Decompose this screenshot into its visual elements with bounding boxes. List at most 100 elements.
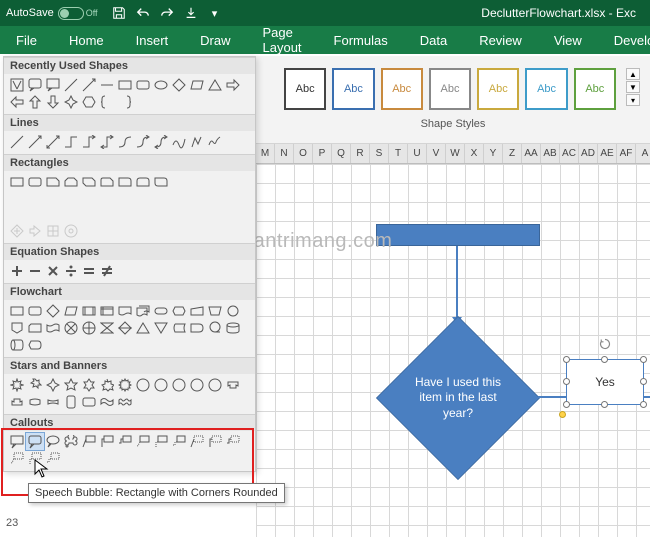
- col-header[interactable]: T: [389, 144, 408, 163]
- autosave-toggle[interactable]: AutoSave Off: [6, 7, 98, 20]
- parallelogram-icon[interactable]: [188, 76, 206, 93]
- wave-icon[interactable]: [98, 393, 116, 410]
- magnetic-disk-icon[interactable]: [224, 319, 242, 336]
- callout-line1-icon[interactable]: [80, 433, 98, 450]
- callout-line2b-icon[interactable]: [152, 433, 170, 450]
- col-header[interactable]: AC: [560, 144, 579, 163]
- rotate-handle-icon[interactable]: [599, 338, 611, 350]
- callout-line1b-icon[interactable]: [134, 433, 152, 450]
- resize-handle[interactable]: [563, 401, 570, 408]
- flowchart-arrow-down[interactable]: [456, 246, 458, 318]
- manual-input-icon[interactable]: [188, 302, 206, 319]
- callout-rounded-icon[interactable]: [26, 76, 44, 93]
- left-arrow-icon[interactable]: [8, 93, 26, 110]
- punched-tape-icon[interactable]: [44, 319, 62, 336]
- star24-icon[interactable]: [188, 376, 206, 393]
- callout-noborder2-icon[interactable]: [26, 450, 44, 467]
- col-header[interactable]: Y: [484, 144, 503, 163]
- shape-icon[interactable]: [44, 222, 62, 239]
- style-thumb-3[interactable]: Abc: [381, 68, 423, 110]
- freeform-icon[interactable]: [188, 133, 206, 150]
- explosion1-icon[interactable]: [8, 376, 26, 393]
- summing-icon[interactable]: [62, 319, 80, 336]
- snip2-rect-icon[interactable]: [62, 173, 80, 190]
- tab-page-layout[interactable]: Page Layout: [247, 26, 318, 54]
- down-arrow-icon[interactable]: [44, 93, 62, 110]
- star8-icon[interactable]: [116, 376, 134, 393]
- col-header[interactable]: AB: [541, 144, 560, 163]
- flowchart-process[interactable]: [376, 224, 540, 246]
- double-arrow-icon[interactable]: [44, 133, 62, 150]
- data-icon[interactable]: [62, 302, 80, 319]
- redo-icon[interactable]: [160, 6, 174, 20]
- resize-handle[interactable]: [601, 401, 608, 408]
- rectangle-icon[interactable]: [8, 173, 26, 190]
- snip1-rect-icon[interactable]: [44, 173, 62, 190]
- hexagon-icon[interactable]: [80, 93, 98, 110]
- freeform-curve-icon[interactable]: [170, 133, 188, 150]
- offpage-icon[interactable]: [8, 319, 26, 336]
- style-thumb-1[interactable]: Abc: [284, 68, 326, 110]
- collate-icon[interactable]: [98, 319, 116, 336]
- ribbon-up-icon[interactable]: [224, 376, 242, 393]
- col-header[interactable]: Q: [332, 144, 351, 163]
- tab-view[interactable]: View: [538, 26, 598, 54]
- flowchart-arrow-right-2[interactable]: [644, 396, 650, 398]
- worksheet-grid[interactable]: Have I used this item in the last year? …: [256, 164, 650, 537]
- preparation-icon[interactable]: [170, 302, 188, 319]
- rounded-rect-icon[interactable]: [134, 76, 152, 93]
- triangle-icon[interactable]: [206, 76, 224, 93]
- snip2d-rect-icon[interactable]: [80, 173, 98, 190]
- scroll-v-icon[interactable]: [62, 393, 80, 410]
- style-thumb-4[interactable]: Abc: [429, 68, 471, 110]
- qat-dropdown-icon[interactable]: ▾: [208, 6, 222, 20]
- multiply-icon[interactable]: [44, 262, 62, 279]
- arrow-icon[interactable]: [26, 133, 44, 150]
- snipround-rect-icon[interactable]: [98, 173, 116, 190]
- round2d-rect-icon[interactable]: [152, 173, 170, 190]
- rounded-rect-icon[interactable]: [26, 173, 44, 190]
- right-arrow-icon[interactable]: [224, 76, 242, 93]
- elbow-arrow-icon[interactable]: [80, 133, 98, 150]
- toggle-icon[interactable]: [58, 7, 84, 20]
- ribbon-down-icon[interactable]: [8, 393, 26, 410]
- callout-cloud-icon[interactable]: [62, 433, 80, 450]
- minus-icon[interactable]: [26, 262, 44, 279]
- style-thumb-6[interactable]: Abc: [525, 68, 567, 110]
- tab-home[interactable]: Home: [53, 26, 120, 54]
- connector-icon[interactable]: [224, 302, 242, 319]
- resize-handle[interactable]: [563, 356, 570, 363]
- col-header[interactable]: AF: [617, 144, 636, 163]
- tab-draw[interactable]: Draw: [184, 26, 246, 54]
- explosion2-icon[interactable]: [26, 376, 44, 393]
- gallery-more-icon[interactable]: ▾: [626, 94, 640, 106]
- resize-handle[interactable]: [563, 378, 570, 385]
- touch-mode-icon[interactable]: [184, 6, 198, 20]
- resize-handle[interactable]: [601, 356, 608, 363]
- star12-icon[interactable]: [152, 376, 170, 393]
- tab-developer[interactable]: Developer: [598, 26, 650, 54]
- callout-accent1-icon[interactable]: [188, 433, 206, 450]
- brace-r-icon[interactable]: [116, 93, 134, 110]
- scroll-h-icon[interactable]: [80, 393, 98, 410]
- elbow-connector-icon[interactable]: [62, 133, 80, 150]
- plus-icon[interactable]: [8, 262, 26, 279]
- textbox-icon[interactable]: [8, 76, 26, 93]
- process-icon[interactable]: [8, 302, 26, 319]
- double-wave-icon[interactable]: [116, 393, 134, 410]
- sort-icon[interactable]: [116, 319, 134, 336]
- col-header[interactable]: O: [294, 144, 313, 163]
- style-thumb-5[interactable]: Abc: [477, 68, 519, 110]
- col-header[interactable]: AE: [598, 144, 617, 163]
- shapes-dropdown[interactable]: Recently Used Shapes Lines: [3, 56, 256, 472]
- col-header[interactable]: R: [351, 144, 370, 163]
- col-header[interactable]: Z: [503, 144, 522, 163]
- shape-icon[interactable]: [8, 222, 26, 239]
- merge-icon[interactable]: [152, 319, 170, 336]
- callout-accent2-icon[interactable]: [206, 433, 224, 450]
- col-header[interactable]: P: [313, 144, 332, 163]
- terminator-icon[interactable]: [152, 302, 170, 319]
- ribbon-curved-up-icon[interactable]: [26, 393, 44, 410]
- col-header[interactable]: V: [427, 144, 446, 163]
- decision-icon[interactable]: [44, 302, 62, 319]
